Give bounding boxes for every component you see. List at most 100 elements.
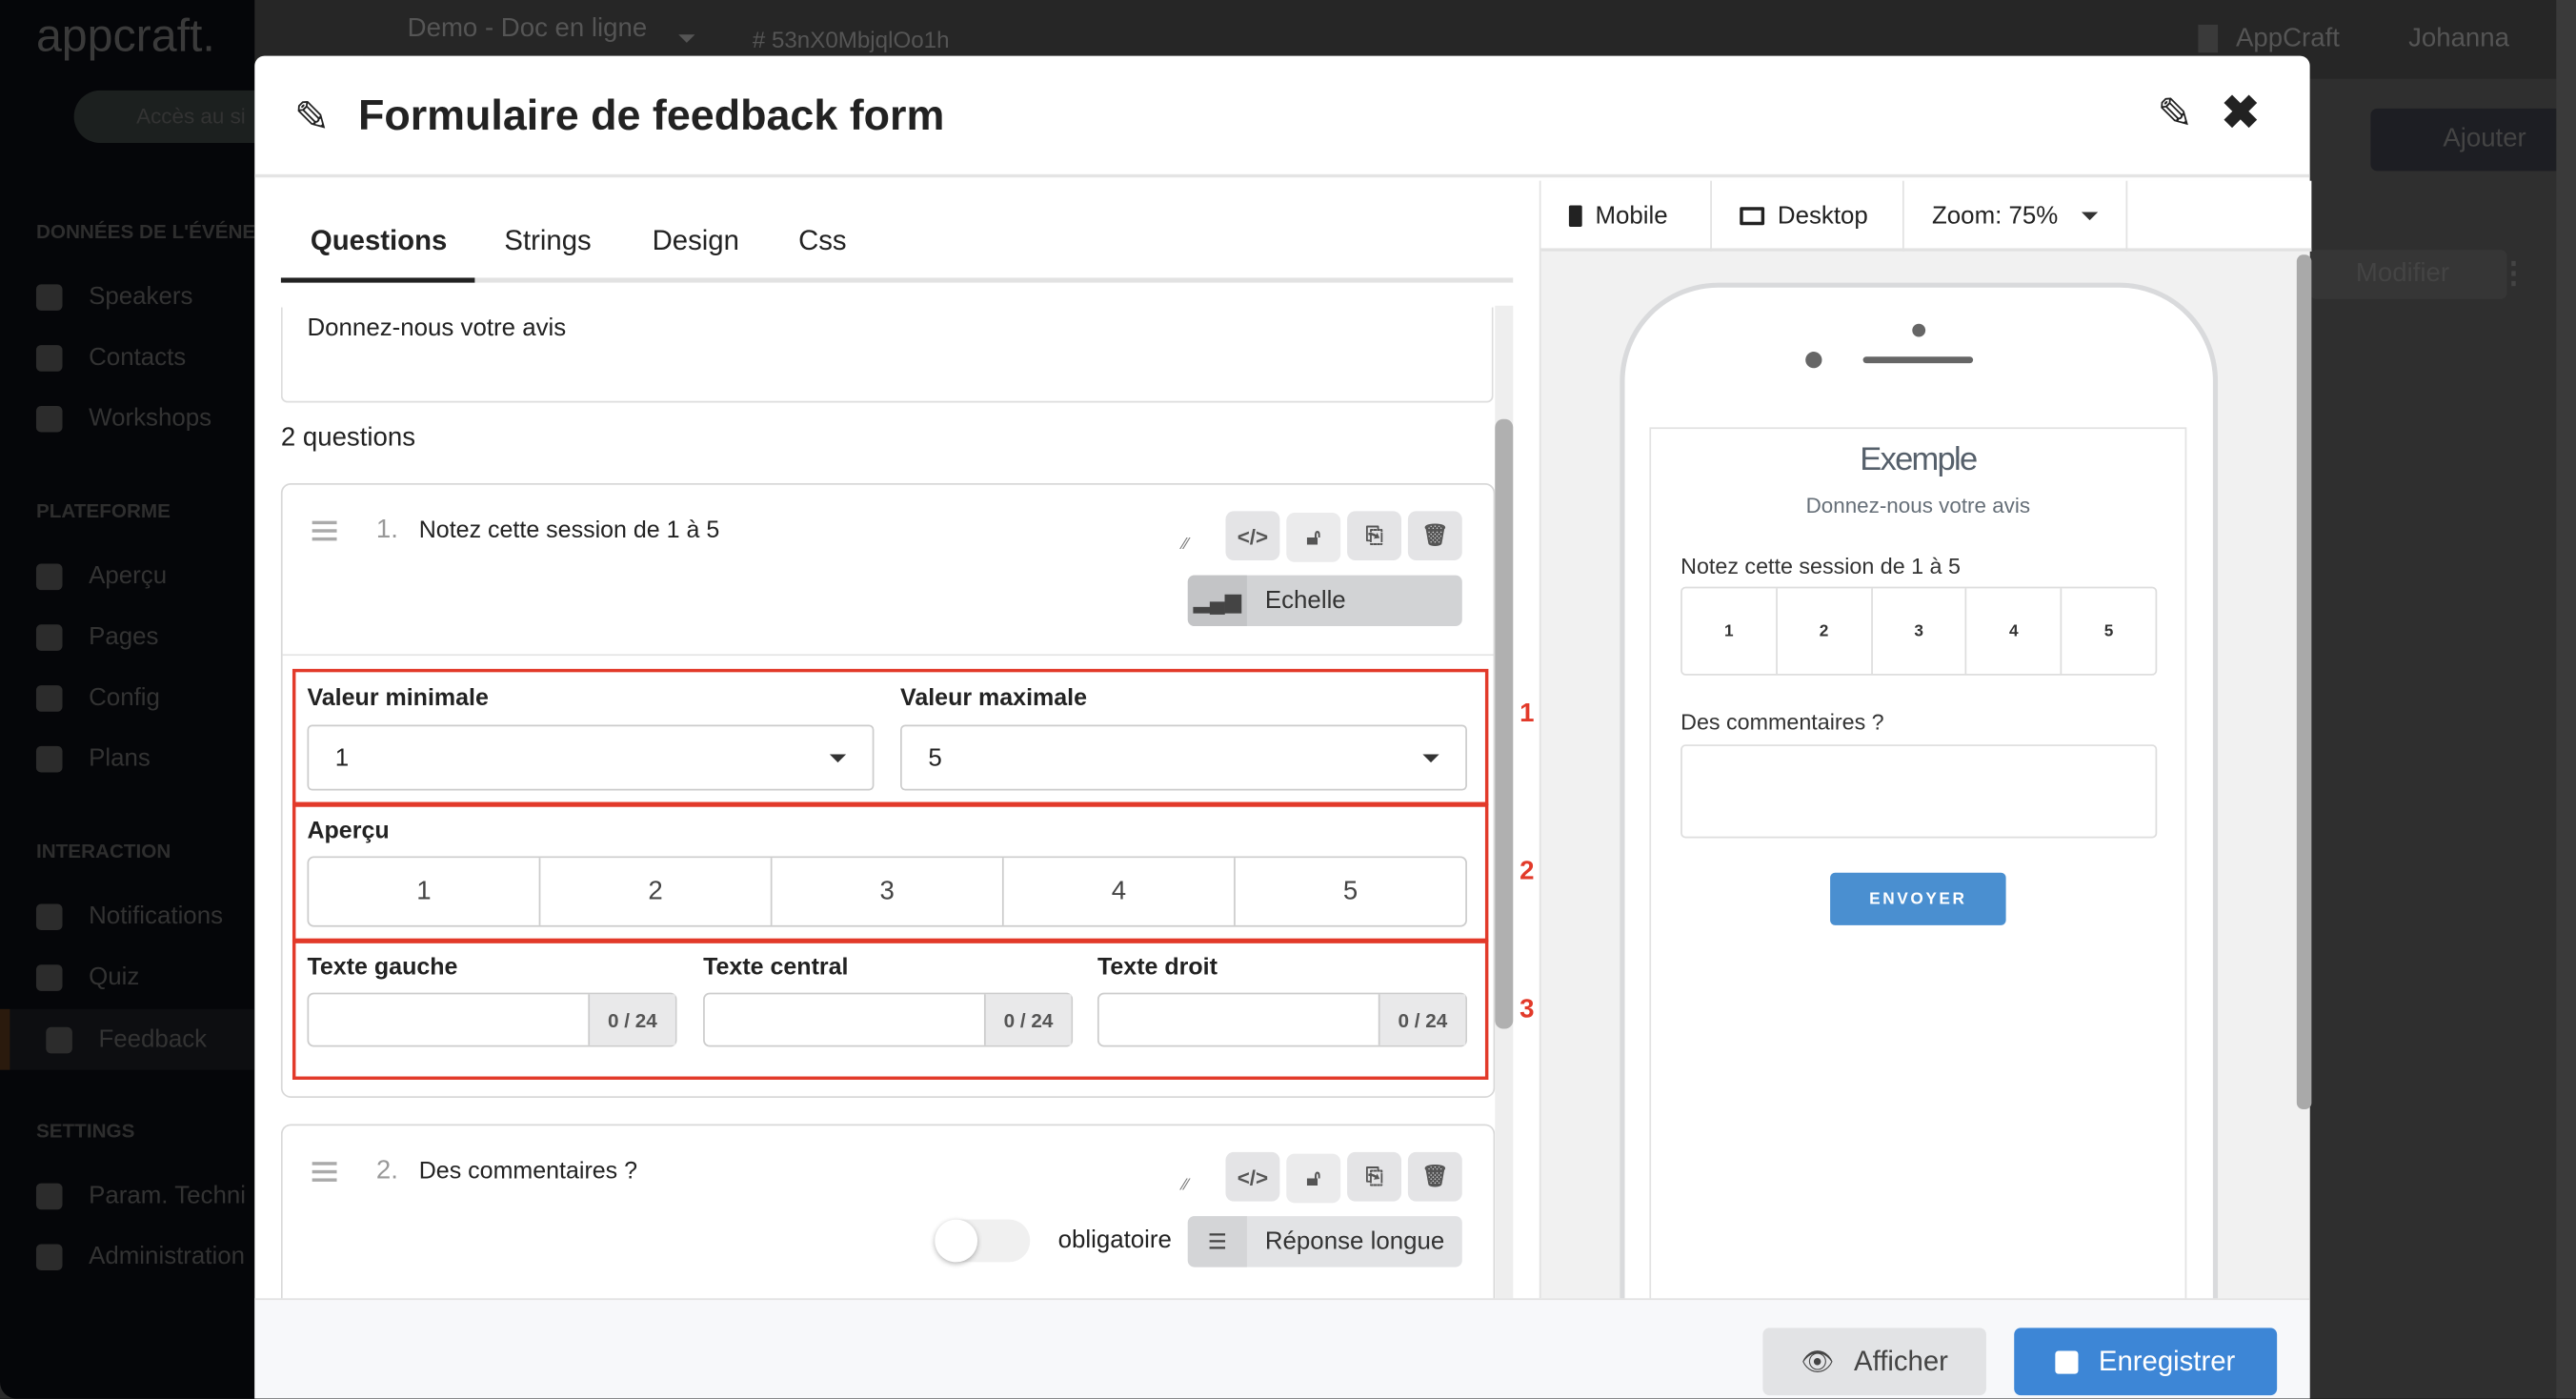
sidebar-section-title: SETTINGS [35, 1119, 135, 1143]
sidebar-item-notifications[interactable]: Notifications [35, 902, 223, 930]
preview-scale-option[interactable]: 4 [1967, 588, 2063, 675]
sidebar-item-pages[interactable]: Pages [35, 623, 158, 651]
resize-handle-icon[interactable]: ⁄⁄ [1183, 536, 1189, 554]
tab-design[interactable]: Design [653, 225, 739, 257]
sidebar-item-label: Plans [89, 744, 151, 773]
active-tab-indicator [280, 277, 475, 283]
preview-toolbar: Mobile Desktop Zoom: 75% [1540, 180, 2312, 252]
show-button-label: Afficher [1854, 1345, 1948, 1377]
edit-title-icon[interactable]: ✎ [2157, 89, 2193, 139]
description-textarea[interactable]: Donnez-nous votre avis [280, 307, 1494, 403]
caret-down-icon [1422, 753, 1439, 762]
sidebar-item-workshops[interactable]: Workshops [35, 404, 212, 433]
question-type-button[interactable]: ☰ Réponse longue [1187, 1216, 1462, 1267]
tab-mobile[interactable]: Mobile [1541, 180, 1712, 252]
annotation-number: 2 [1519, 858, 1535, 886]
trash-icon[interactable]: 🗑︎ [1407, 511, 1462, 561]
preview-scale-option[interactable]: 2 [1778, 588, 1873, 675]
trash-icon[interactable]: 🗑︎ [1407, 1151, 1462, 1202]
zoom-value: Zoom: 75% [1932, 202, 2059, 231]
sidebar-item-label: Workshops [89, 404, 212, 433]
tab-desktop[interactable]: Desktop [1712, 180, 1904, 252]
center-text-label: Texte central [703, 954, 849, 982]
scale-option[interactable]: 5 [1236, 858, 1465, 925]
center-text-input[interactable]: 0 / 24 [703, 992, 1074, 1047]
min-value-label: Valeur minimale [307, 685, 489, 712]
scale-option[interactable]: 4 [1004, 858, 1236, 925]
left-text-input[interactable]: 0 / 24 [307, 992, 677, 1047]
project-selector[interactable]: Demo - Doc en ligne [408, 15, 648, 45]
annotation-number: 1 [1519, 700, 1535, 728]
sidebar-item-label: Feedback [98, 1025, 208, 1054]
resize-handle-icon[interactable]: ⁄⁄ [1183, 1177, 1189, 1195]
question-type-button[interactable]: ▂▄▆ Echelle [1187, 575, 1462, 627]
min-value-select[interactable]: 1 [307, 724, 875, 791]
map-pin-icon [35, 745, 63, 772]
question-card: 2. Des commentaires ? ⁄⁄ </> 🔓︎ ⎘ 🗑︎ obl… [280, 1124, 1496, 1322]
sidebar-section-title: PLATEFORME [35, 499, 171, 523]
sidebar-item-apercu[interactable]: Aperçu [35, 562, 167, 590]
sidebar-item-speakers[interactable]: Speakers [35, 282, 193, 311]
divider [282, 654, 1494, 657]
sidebar-item-config[interactable]: Config [35, 683, 160, 712]
signal-bars-icon: ▂▄▆ [1187, 575, 1247, 627]
phone-screen: Exemple Donnez-nous votre avis Notez cet… [1649, 427, 2187, 1348]
question-count: 2 questions [280, 423, 416, 453]
modal-footer: 👁︎ Afficher Enregistrer [254, 1298, 2310, 1399]
add-button[interactable]: Ajouter [2370, 108, 2562, 172]
scale-option[interactable]: 2 [540, 858, 773, 925]
sidebar-item-label: Config [89, 683, 160, 712]
form-title: Exemple [1860, 441, 1978, 478]
question-text[interactable]: Notez cette session de 1 à 5 [419, 517, 720, 544]
tab-label: Desktop [1777, 202, 1868, 231]
tab-strings[interactable]: Strings [504, 225, 591, 257]
preview-scrollbar[interactable] [2296, 254, 2312, 1110]
chevron-down-icon [678, 34, 695, 43]
sidebar-item-administration[interactable]: Administration [35, 1242, 246, 1271]
logo: appcraft. [35, 10, 215, 61]
unlock-icon[interactable]: 🔓︎ [1286, 513, 1341, 562]
drag-handle-icon[interactable] [312, 1162, 337, 1182]
drag-handle-icon[interactable] [312, 520, 337, 541]
copy-icon[interactable]: ⎘ [1347, 511, 1401, 561]
close-icon[interactable]: ✖ [2222, 86, 2260, 140]
modify-button[interactable]: Modifier [2309, 250, 2507, 299]
question-text[interactable]: Des commentaires ? [419, 1159, 637, 1186]
sidebar-item-feedback[interactable]: Feedback [0, 1008, 255, 1070]
preview-scale-option[interactable]: 1 [1682, 588, 1778, 675]
preview-scale-option[interactable]: 5 [2063, 588, 2156, 674]
question-type-label: Echelle [1264, 586, 1346, 615]
code-icon[interactable]: </> [1225, 1151, 1280, 1202]
sidebar-item-contacts[interactable]: Contacts [35, 343, 186, 372]
sidebar-item-label: Speakers [89, 282, 193, 311]
user-menu[interactable]: Johanna [2408, 25, 2509, 54]
more-icon[interactable]: ⋮ [2499, 256, 2528, 291]
building-icon [2198, 24, 2219, 53]
save-button[interactable]: Enregistrer [2014, 1328, 2278, 1396]
mobile-icon [1568, 205, 1582, 227]
max-value-select[interactable]: 5 [900, 724, 1467, 791]
sidebar-item-plans[interactable]: Plans [35, 744, 151, 773]
page-scrollbar[interactable] [2556, 0, 2576, 1399]
copy-icon[interactable]: ⎘ [1347, 1151, 1401, 1202]
preview-comment-textarea[interactable] [1680, 744, 2158, 839]
zoom-dropdown[interactable]: Zoom: 75% [1904, 180, 2128, 252]
sidebar-item-label: Administration [89, 1242, 246, 1271]
org-name[interactable]: AppCraft [2236, 25, 2340, 54]
tab-css[interactable]: Css [798, 225, 846, 257]
scale-option[interactable]: 3 [773, 858, 1004, 925]
unlock-icon[interactable]: 🔓︎ [1286, 1153, 1341, 1204]
tab-questions[interactable]: Questions [311, 225, 447, 257]
preview-scale-option[interactable]: 3 [1872, 588, 1967, 675]
questions-scrollbar-thumb[interactable] [1495, 418, 1514, 1029]
phone-sensor [1805, 352, 1822, 369]
right-text-input[interactable]: 0 / 24 [1097, 992, 1467, 1047]
left-text-label: Texte gauche [307, 954, 458, 982]
required-toggle[interactable] [935, 1219, 1031, 1263]
code-icon[interactable]: </> [1225, 511, 1280, 561]
scale-option[interactable]: 1 [309, 858, 541, 925]
show-button[interactable]: 👁︎ Afficher [1762, 1328, 1986, 1396]
sidebar-item-param-tech[interactable]: Param. Techni [35, 1182, 246, 1209]
preview-submit-button[interactable]: ENVOYER [1830, 872, 2006, 925]
sidebar-item-quiz[interactable]: Quiz [35, 963, 139, 991]
